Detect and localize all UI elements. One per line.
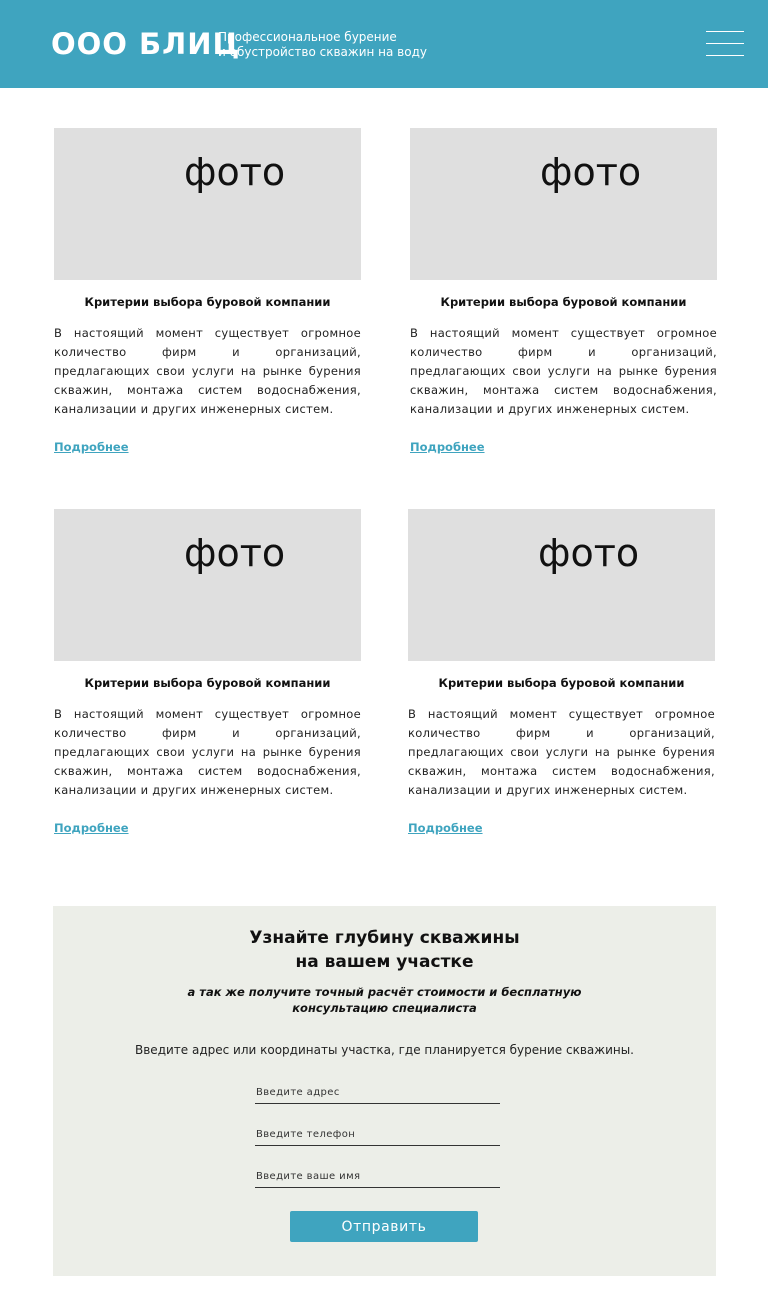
tagline-line-1: Профессиональное бурение (218, 30, 397, 44)
company-logo[interactable]: ООО БЛИЦ (51, 24, 240, 64)
form-subtitle: а так же получите точный расчёт стоимост… (53, 984, 716, 1016)
card-title: Критерии выбора буровой компании (438, 676, 685, 690)
phone-input[interactable] (255, 1124, 500, 1146)
photo-placeholder-label: фото (538, 531, 640, 575)
read-more-link[interactable]: Подробнее (408, 820, 483, 836)
card-text: В настоящий момент существует огромное к… (54, 707, 361, 797)
card-title: Критерии выбора буровой компании (440, 295, 687, 309)
submit-button[interactable]: Отправить (290, 1211, 478, 1242)
site-header: ООО БЛИЦ Профессиональное бурение и обус… (0, 0, 768, 88)
form-description: Введите адрес или координаты участка, гд… (135, 1043, 634, 1057)
photo-placeholder: фото (410, 128, 717, 280)
card-title: Критерии выбора буровой компании (84, 676, 331, 690)
photo-placeholder-label: фото (540, 150, 642, 194)
form-subtitle-line-2: консультацию специалиста (292, 1001, 477, 1015)
photo-placeholder-label: фото (184, 531, 286, 575)
form-title: Узнайте глубину скважины на вашем участк… (53, 926, 716, 974)
address-input[interactable] (255, 1082, 500, 1104)
photo-placeholder: фото (408, 509, 715, 661)
photo-placeholder-label: фото (184, 150, 286, 194)
photo-placeholder: фото (54, 509, 361, 661)
read-more-link[interactable]: Подробнее (54, 820, 129, 836)
name-input[interactable] (255, 1166, 500, 1188)
tagline-line-2: и обустройство скважин на воду (218, 45, 427, 59)
read-more-link[interactable]: Подробнее (410, 439, 485, 455)
header-tagline: Профессиональное бурение и обустройство … (218, 30, 427, 60)
card-text: В настоящий момент существует огромное к… (408, 707, 715, 797)
hamburger-menu-icon[interactable] (706, 31, 744, 57)
card-title: Критерии выбора буровой компании (84, 295, 331, 309)
card-text: В настоящий момент существует огромное к… (54, 326, 361, 416)
card-text: В настоящий момент существует огромное к… (410, 326, 717, 416)
form-subtitle-line-1: а так же получите точный расчёт стоимост… (187, 985, 582, 999)
form-title-line-1: Узнайте глубину скважины (249, 928, 520, 948)
read-more-link[interactable]: Подробнее (54, 439, 129, 455)
depth-request-form: Узнайте глубину скважины на вашем участк… (53, 906, 716, 1276)
form-title-line-2: на вашем участке (295, 952, 474, 972)
photo-placeholder: фото (54, 128, 361, 280)
